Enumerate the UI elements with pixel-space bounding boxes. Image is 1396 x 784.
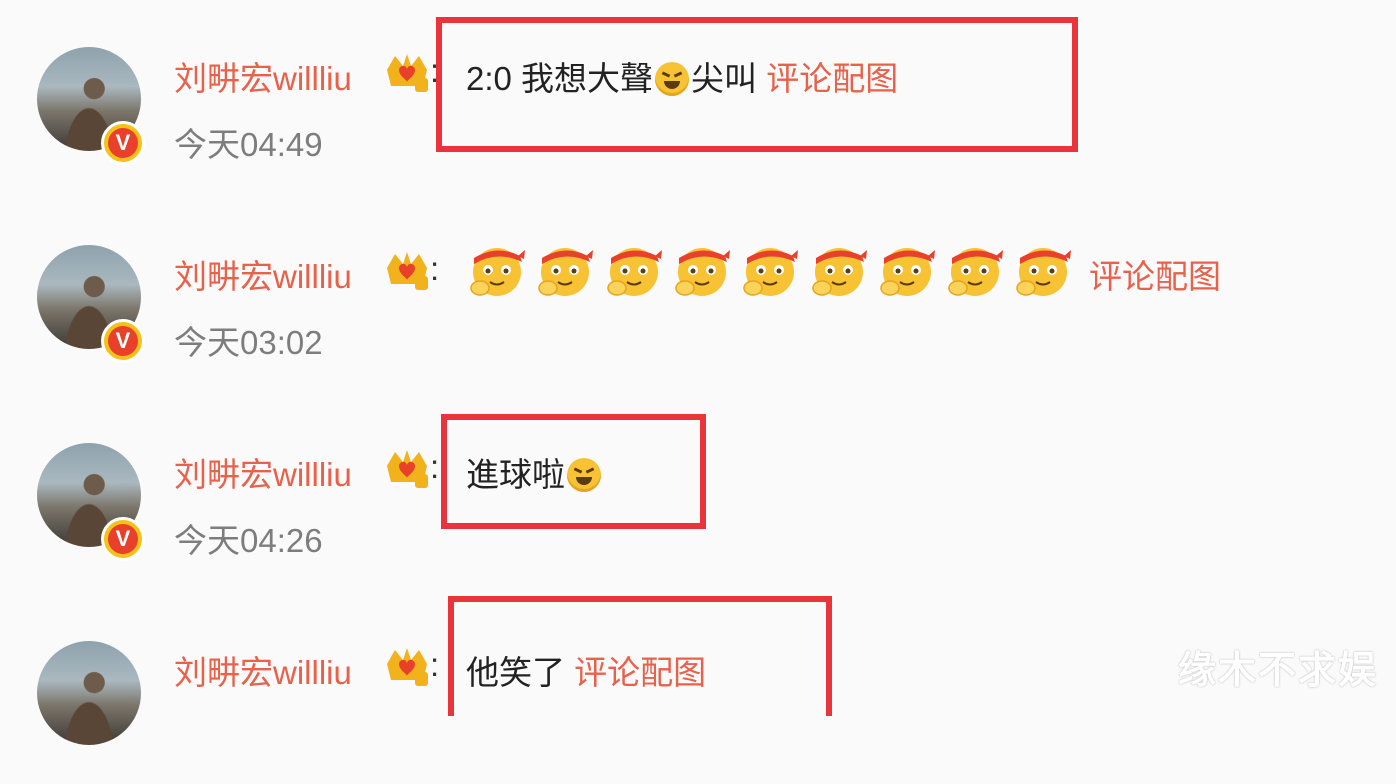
crown-icon	[387, 54, 428, 92]
cheer-emoji-icon	[606, 248, 662, 296]
colon: :	[430, 448, 440, 485]
highlight-box	[436, 17, 1078, 152]
colon: :	[430, 646, 440, 683]
highlight-box	[448, 596, 832, 716]
verified-badge-icon: V	[101, 121, 145, 165]
colon: :	[430, 250, 440, 287]
highlight-box	[441, 414, 706, 529]
username[interactable]: 刘畊宏willliu	[174, 250, 352, 298]
avatar[interactable]	[37, 641, 141, 745]
username[interactable]: 刘畊宏willliu	[174, 448, 352, 496]
verified-badge-icon: V	[101, 517, 145, 561]
comment-text: 评论配图	[1089, 250, 1221, 298]
watermark: 缘木不求娱	[1177, 650, 1378, 692]
comment-image-link[interactable]: 评论配图	[1089, 258, 1221, 295]
cheer-emoji-icon	[470, 248, 525, 296]
username[interactable]: 刘畊宏willliu	[174, 646, 352, 694]
timestamp: 今天04:26	[174, 522, 323, 559]
username[interactable]: 刘畊宏willliu	[174, 52, 352, 100]
cheer-emoji-icon	[743, 248, 799, 296]
cheer-emoji-icon	[675, 248, 730, 296]
cheer-emoji-icon	[538, 248, 594, 296]
verified-badge-icon: V	[101, 319, 145, 363]
crown-icon	[387, 450, 428, 488]
cheer-emoji-icon	[948, 248, 1004, 296]
timestamp: 今天03:02	[174, 324, 323, 361]
cheer-emoji-icon	[880, 248, 935, 296]
cheer-emoji-icon	[1016, 248, 1072, 296]
crown-icon	[387, 252, 428, 290]
crown-icon	[387, 648, 428, 686]
cheer-emoji-icon	[811, 248, 867, 296]
timestamp: 今天04:49	[174, 126, 323, 163]
